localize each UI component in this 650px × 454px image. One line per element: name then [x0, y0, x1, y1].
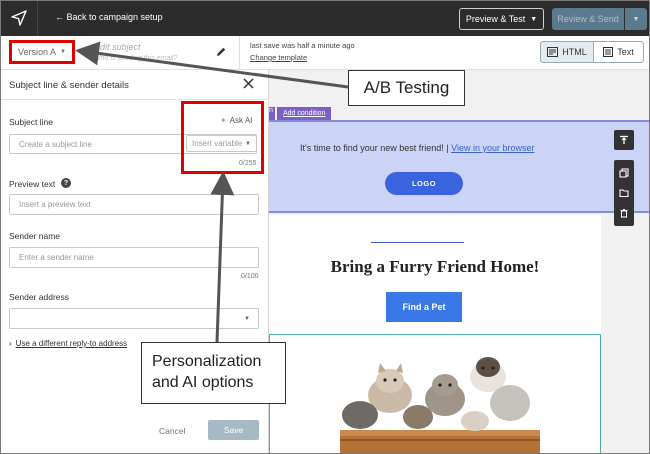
personalization-line-2: and AI options [152, 374, 254, 391]
sender-address-select[interactable]: ▼ [9, 308, 259, 329]
preheader-text: It's time to find your new best friend! … [300, 143, 535, 153]
cancel-button[interactable]: Cancel [159, 426, 185, 436]
view-in-browser-link[interactable]: View in your browser [451, 143, 534, 153]
email-headline[interactable]: Bring a Furry Friend Home! [269, 257, 601, 277]
pencil-icon[interactable] [215, 46, 227, 58]
back-label: Back to campaign setup [66, 12, 163, 22]
folder-icon[interactable] [619, 188, 629, 198]
html-view-button[interactable]: HTML [540, 41, 594, 63]
caret-down-icon: ▼ [530, 15, 538, 23]
find-pet-button[interactable]: Find a Pet [386, 292, 462, 322]
preview-test-label: Preview & Test [465, 14, 526, 24]
top-bar: ← Back to campaign setup Preview & Test … [1, 1, 649, 36]
subject-line-label: Subject line [9, 117, 53, 127]
personalization-line-1: Personalization [152, 353, 262, 370]
reply-to-label: Use a different reply-to address [15, 339, 128, 348]
arrow-left-icon: ← [55, 12, 64, 22]
text-view-button[interactable]: Text [594, 41, 644, 63]
email-canvas: n Add condition It's time to find your n… [269, 70, 649, 453]
reply-to-link[interactable]: › Use a different reply-to address [9, 339, 127, 348]
caret-down-icon: ▼ [632, 15, 640, 23]
last-save-status: last save was half a minute ago [250, 41, 355, 50]
divider-line [371, 242, 464, 243]
personalization-callout: Personalization and AI options [141, 342, 286, 404]
ab-testing-callout: A/B Testing [348, 70, 465, 106]
preview-text-label: Preview text [9, 179, 56, 189]
save-button[interactable]: Save [208, 420, 259, 440]
kittens-image[interactable] [269, 334, 601, 453]
panel-title: Subject line & sender details [9, 80, 129, 91]
app-window: ← Back to campaign setup Preview & Test … [0, 0, 650, 454]
trash-icon[interactable] [619, 208, 629, 218]
divider [37, 1, 38, 36]
subject-bar: Version A ▼ Edit subject Who is sending … [1, 36, 649, 70]
chevron-right-icon: › [9, 339, 12, 348]
version-select[interactable]: Version A ▼ [9, 40, 75, 64]
html-label: HTML [562, 47, 587, 57]
add-condition-tab[interactable]: Add condition [277, 107, 332, 120]
sender-address-label: Sender address [9, 292, 70, 302]
change-template-link[interactable]: Change template [250, 53, 307, 62]
caret-down-icon: ▼ [60, 49, 66, 55]
block-actions-toolbar [614, 160, 634, 226]
edit-subject-sub: Who is sending this email? [94, 55, 178, 62]
preview-text-input[interactable]: Insert a preview text [9, 194, 259, 215]
sender-name-label: Sender name [9, 231, 61, 241]
edit-subject[interactable]: Edit subject [94, 42, 141, 52]
html-icon [547, 47, 559, 57]
version-label: Version A [18, 47, 57, 57]
help-icon[interactable]: ? [61, 178, 71, 188]
sender-name-counter: 0/100 [241, 273, 259, 280]
move-block-button[interactable] [614, 130, 634, 150]
preheader-label: It's time to find your new best friend! … [300, 143, 452, 153]
close-icon[interactable] [242, 77, 255, 90]
caret-down-icon: ▼ [244, 315, 250, 322]
review-send-button[interactable]: Review & Send [552, 8, 624, 30]
divider [239, 36, 240, 70]
back-to-campaign-link[interactable]: ← Back to campaign setup [55, 12, 163, 22]
preview-test-button[interactable]: Preview & Test ▼ [459, 8, 544, 30]
ai-highlight-box [181, 101, 264, 174]
logo-placeholder[interactable]: LOGO [385, 172, 463, 195]
review-send-label: Review & Send [557, 14, 619, 24]
condition-tab-edge[interactable]: n [269, 107, 275, 120]
sender-name-input[interactable]: Enter a sender name [9, 247, 259, 268]
copy-icon[interactable] [619, 168, 629, 178]
review-send-dropdown[interactable]: ▼ [625, 8, 647, 30]
conditional-section[interactable] [269, 120, 649, 213]
align-top-icon [620, 135, 628, 144]
text-label: Text [617, 47, 634, 57]
send-icon[interactable] [11, 10, 27, 26]
text-icon [603, 47, 614, 57]
kittens-illustration [270, 335, 600, 453]
divider [1, 99, 269, 100]
